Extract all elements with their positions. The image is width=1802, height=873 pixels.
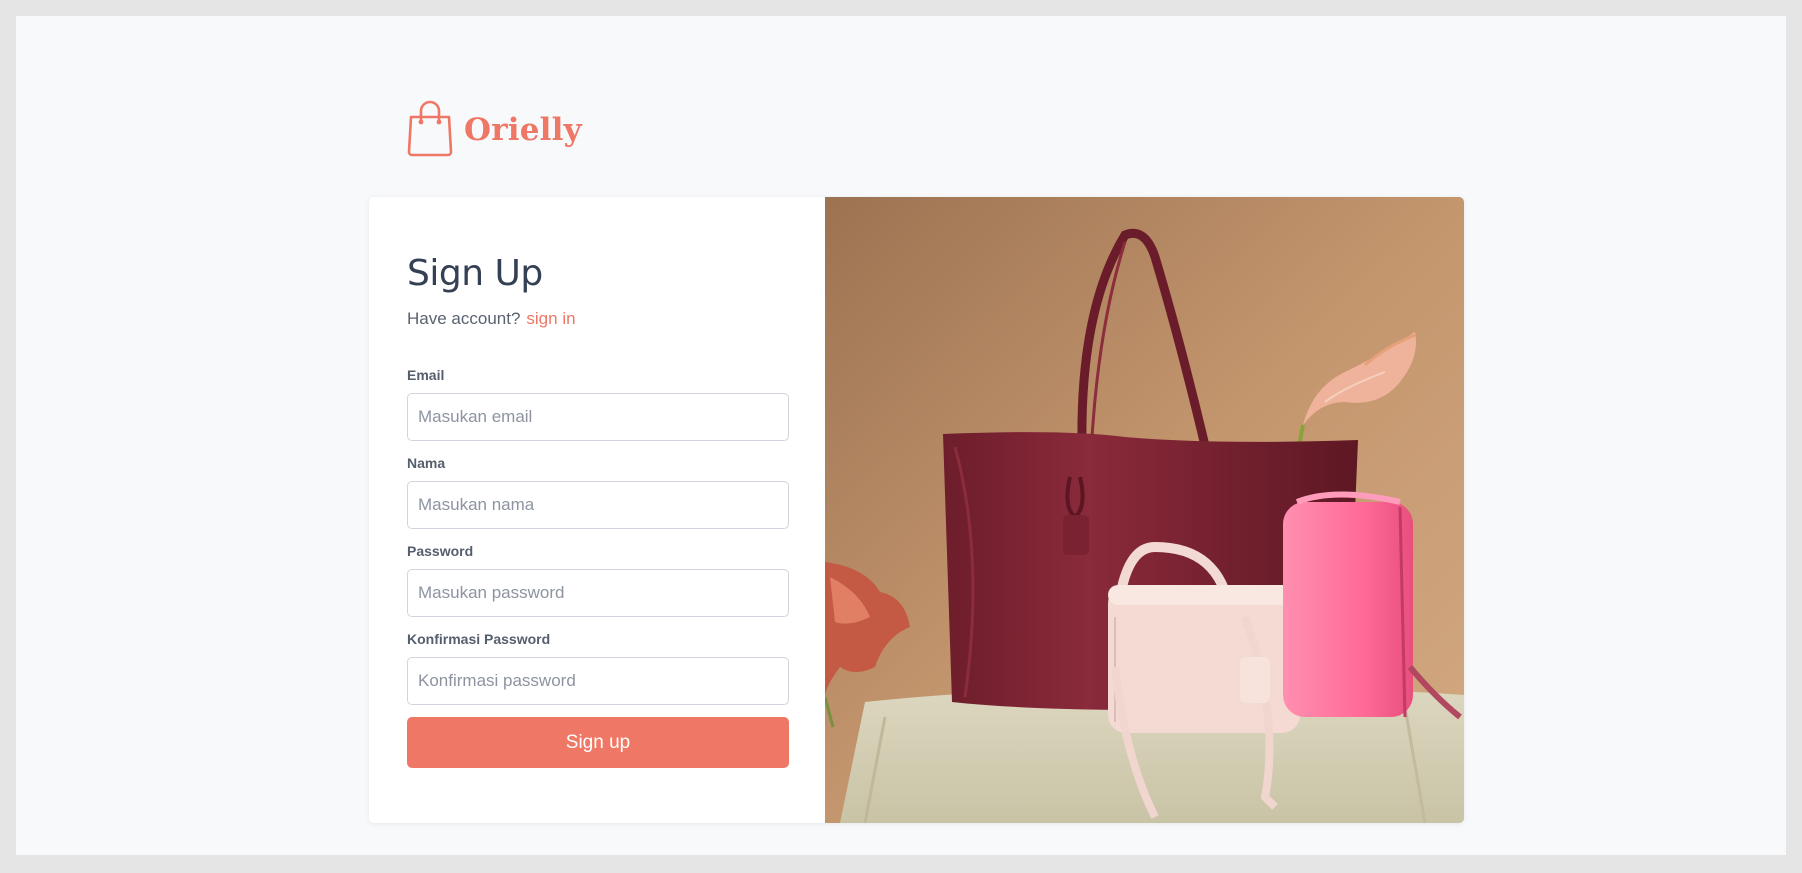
name-label: Nama bbox=[407, 455, 446, 471]
signup-card: Sign Up Have account?sign in Email Nama … bbox=[369, 197, 1464, 823]
email-field[interactable] bbox=[407, 393, 789, 441]
page-frame: Orielly Sign Up Have account? sign in Ema… bbox=[16, 16, 1786, 855]
confirm-password-field[interactable] bbox=[407, 657, 789, 705]
signup-form: Sign Up Have account?sign in Email Nama … bbox=[369, 197, 825, 823]
signin-link[interactable]: sign in bbox=[526, 309, 575, 328]
have-account-text: Have account? bbox=[407, 309, 521, 328]
have-account-prompt: Have account? sign in bbox=[407, 309, 576, 329]
password-field[interactable] bbox=[407, 569, 789, 617]
signup-button[interactable]: Sign up bbox=[407, 717, 789, 768]
page-title: Sign Up bbox=[407, 253, 543, 294]
email-label: Email bbox=[407, 367, 445, 383]
password-label: Password bbox=[407, 543, 474, 559]
hero-image bbox=[825, 197, 1464, 823]
confirm-password-label: Konfirmasi Password bbox=[407, 631, 551, 647]
brand-name: Orielly bbox=[464, 112, 582, 148]
name-field[interactable] bbox=[407, 481, 789, 529]
brand-logo[interactable]: Orielly bbox=[406, 99, 582, 157]
shopping-bag-icon bbox=[406, 99, 454, 157]
